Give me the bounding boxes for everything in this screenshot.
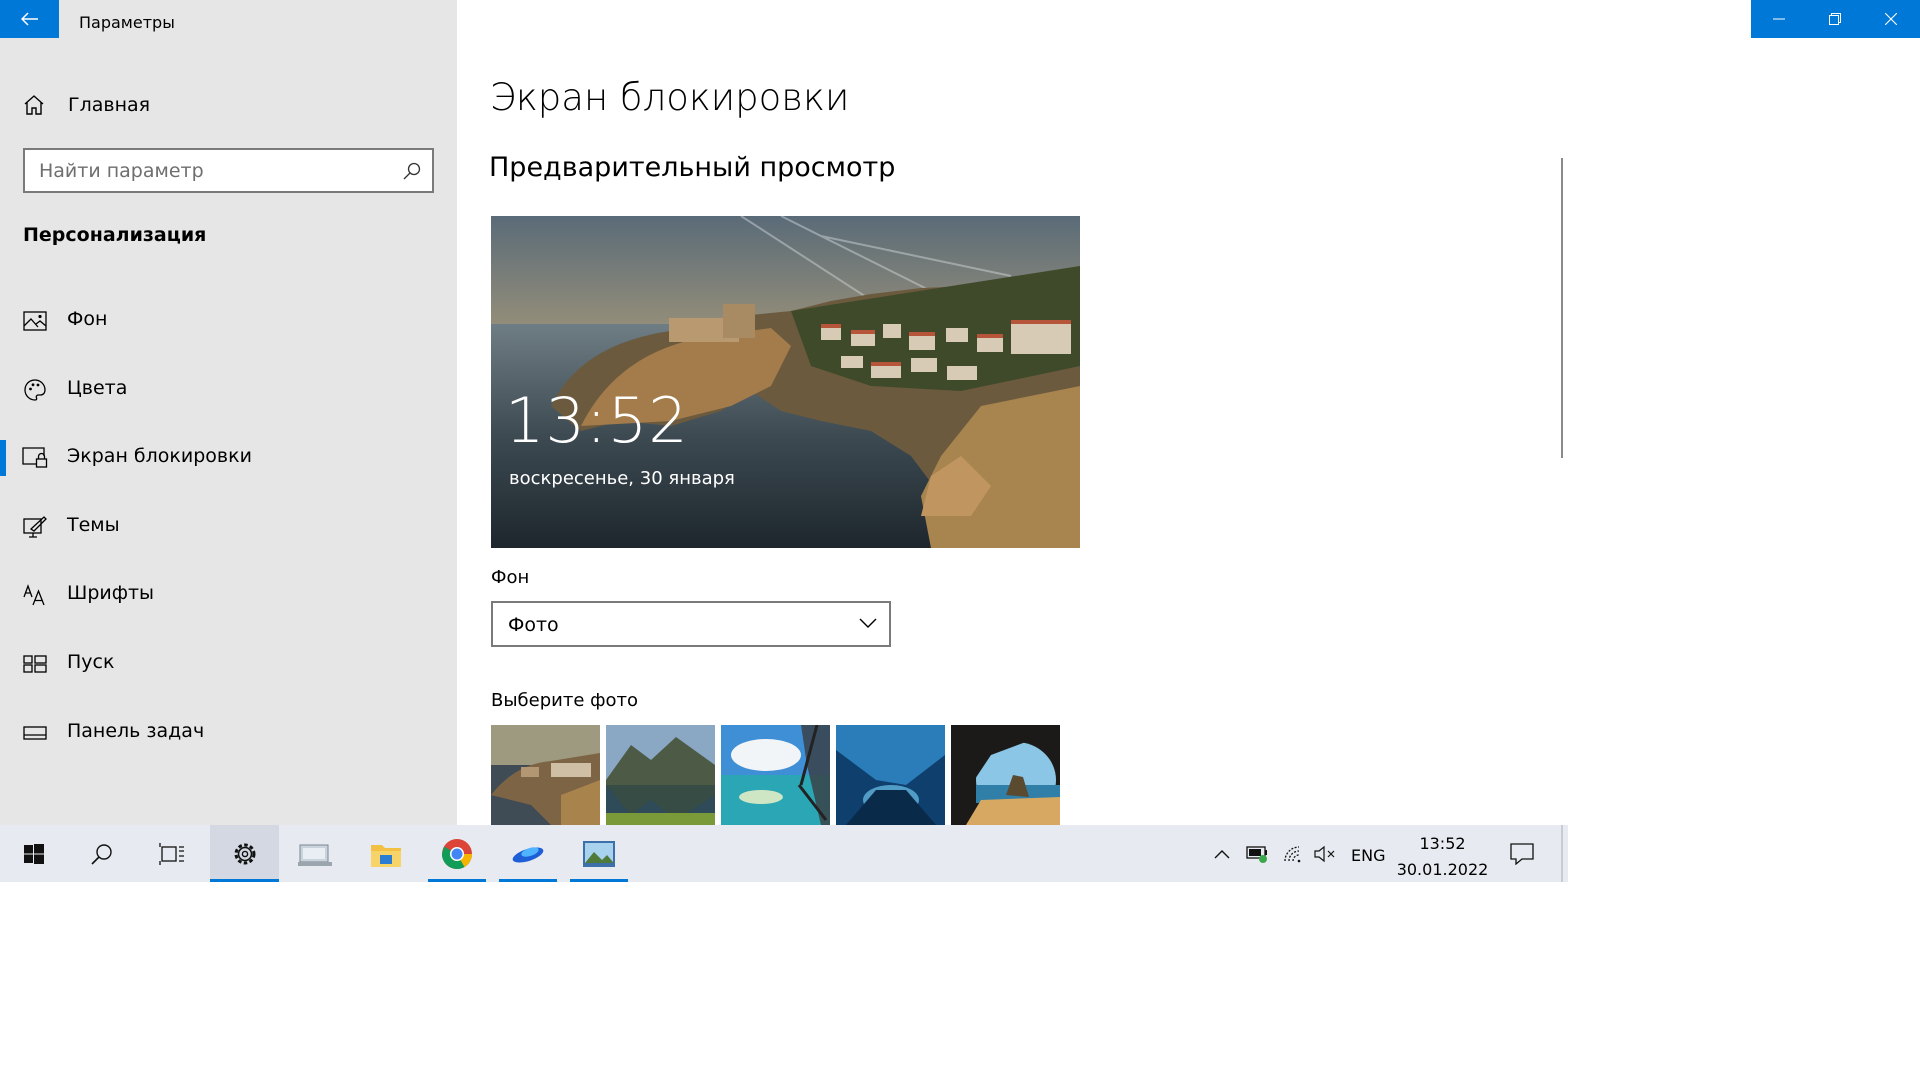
- settings-icon: [234, 843, 255, 864]
- taskbar-icon: [22, 721, 48, 745]
- back-button[interactable]: [0, 0, 59, 38]
- taskbar-search-button[interactable]: [74, 825, 130, 882]
- sidebar-item-label: Панель задач: [67, 720, 205, 742]
- main-content: Экран блокировки Предварительный просмот…: [457, 0, 1568, 825]
- sidebar-item-label: Шрифты: [67, 582, 155, 604]
- taskbar-file-explorer[interactable]: [358, 825, 414, 882]
- photos-icon: [583, 840, 615, 867]
- volume-button[interactable]: [1311, 825, 1339, 882]
- running-indicator: [499, 879, 557, 882]
- font-icon: [22, 583, 48, 607]
- show-hidden-icons-button[interactable]: [1208, 825, 1236, 882]
- battery-charging-icon: [1246, 845, 1267, 863]
- running-indicator: [570, 879, 628, 882]
- search-box[interactable]: [23, 148, 434, 193]
- scrollbar[interactable]: [1561, 158, 1563, 458]
- taskbar: ENG 13:52 30.01.2022: [0, 825, 1568, 882]
- minimize-icon: [1773, 18, 1785, 20]
- sidebar-item-themes[interactable]: Темы: [0, 504, 457, 550]
- show-desktop-divider[interactable]: [1561, 825, 1563, 882]
- sidebar-item-colors[interactable]: Цвета: [0, 367, 457, 413]
- lock-screen-icon: [22, 446, 48, 470]
- taskbar-photos[interactable]: [570, 825, 628, 882]
- sidebar-item-home[interactable]: Главная: [22, 88, 150, 122]
- taskbar-network-app[interactable]: [287, 825, 343, 882]
- preview-time: 13:52: [505, 384, 689, 457]
- search-icon: [403, 162, 421, 180]
- chevron-up-icon: [1214, 849, 1230, 858]
- network-button[interactable]: [1279, 825, 1309, 882]
- start-layout-icon: [22, 652, 48, 676]
- sidebar-item-label: Пуск: [67, 651, 115, 673]
- chrome-icon: [442, 838, 472, 869]
- sidebar-item-label: Цвета: [67, 377, 128, 399]
- choose-photo-label: Выберите фото: [491, 690, 639, 711]
- page-title: Экран блокировки: [490, 76, 850, 119]
- thumbnail-coastal-town[interactable]: [491, 725, 600, 825]
- active-indicator: [210, 879, 279, 882]
- task-view-icon: [159, 842, 184, 865]
- restore-icon: [1829, 13, 1841, 25]
- taskbar-chrome[interactable]: [428, 825, 486, 882]
- thumbnail-mountain-lake[interactable]: [606, 725, 715, 825]
- preview-image: [491, 216, 1080, 548]
- start-button[interactable]: [6, 825, 62, 882]
- app-title: Параметры: [79, 13, 175, 32]
- windows-start-icon: [24, 843, 44, 864]
- restore-button[interactable]: [1807, 0, 1863, 38]
- preview-date: воскресенье, 30 января: [509, 468, 735, 489]
- clock[interactable]: 13:52 30.01.2022: [1395, 831, 1490, 883]
- sidebar-item-label: Фон: [67, 308, 108, 330]
- running-indicator: [428, 879, 486, 882]
- clock-time: 13:52: [1419, 834, 1466, 853]
- thumbnail-beach-cave[interactable]: [951, 725, 1060, 825]
- sidebar-item-start[interactable]: Пуск: [0, 641, 457, 687]
- home-icon: [24, 95, 44, 115]
- preview-heading: Предварительный просмотр: [489, 152, 896, 183]
- app-blue-icon: [512, 846, 544, 863]
- clock-date: 30.01.2022: [1396, 860, 1489, 879]
- section-title: Персонализация: [23, 224, 207, 246]
- search-input[interactable]: [39, 150, 389, 191]
- volume-muted-icon: [1314, 845, 1335, 862]
- sidebar-item-label: Экран блокировки: [67, 445, 252, 467]
- action-center-button[interactable]: [1500, 825, 1544, 882]
- notification-icon: [1510, 842, 1534, 865]
- minimize-button[interactable]: [1751, 0, 1807, 38]
- wifi-icon: [1284, 845, 1301, 862]
- home-label: Главная: [68, 94, 151, 116]
- background-label: Фон: [491, 567, 530, 588]
- thumbnail-ice-cave[interactable]: [836, 725, 945, 825]
- search-icon: [91, 843, 112, 865]
- sidebar: Параметры Главная Персонализация Фон Цве…: [0, 0, 457, 825]
- close-icon: [1885, 13, 1897, 25]
- close-button[interactable]: [1863, 0, 1919, 38]
- arrow-left-icon: [20, 12, 38, 26]
- sidebar-item-background[interactable]: Фон: [0, 298, 457, 344]
- taskbar-settings[interactable]: [210, 825, 279, 882]
- sidebar-item-lock-screen[interactable]: Экран блокировки: [0, 435, 457, 481]
- photo-thumbnails: [491, 725, 1060, 825]
- window-controls: [1751, 0, 1920, 38]
- battery-button[interactable]: [1242, 825, 1274, 882]
- sidebar-item-fonts[interactable]: Шрифты: [0, 572, 457, 618]
- thumbnail-tropical-island[interactable]: [721, 725, 830, 825]
- task-view-button[interactable]: [144, 825, 200, 882]
- palette-icon: [22, 378, 48, 402]
- network-computer-icon: [298, 844, 332, 866]
- sidebar-item-label: Темы: [67, 514, 120, 536]
- sidebar-item-taskbar[interactable]: Панель задач: [0, 710, 457, 756]
- language-indicator[interactable]: ENG: [1351, 846, 1385, 865]
- file-explorer-icon: [371, 844, 401, 867]
- picture-icon: [22, 309, 48, 333]
- background-dropdown[interactable]: Фото: [491, 601, 891, 647]
- dropdown-value: Фото: [508, 614, 559, 636]
- taskbar-blue-app[interactable]: [499, 825, 557, 882]
- brush-icon: [22, 515, 48, 539]
- lock-screen-preview: 13:52 воскресенье, 30 января: [491, 216, 1080, 548]
- chevron-down-icon: [859, 618, 877, 628]
